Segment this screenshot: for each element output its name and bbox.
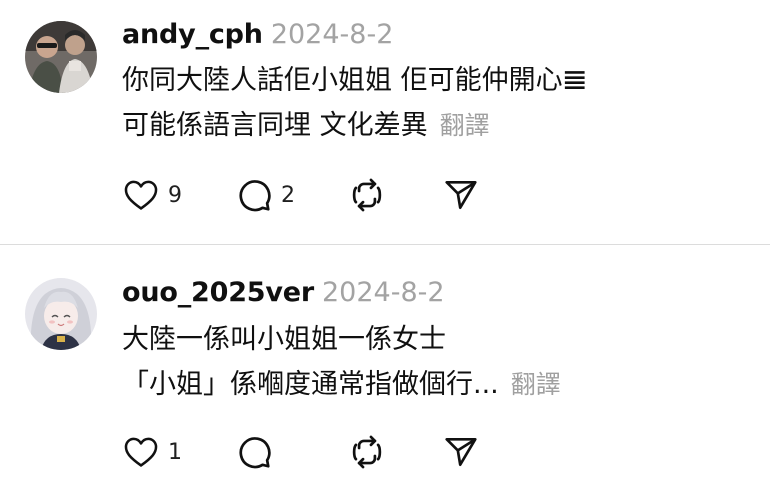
post-text-line: 「小姐」係嗰度通常指做個行... 翻譯	[122, 362, 561, 407]
post-text-line-content: 可能係語言同埋 文化差異	[122, 110, 428, 141]
action-bar: 1	[122, 432, 522, 472]
post-text-line: 大陸一係叫小姐姐一係女士	[122, 324, 446, 355]
reply-count: 2	[281, 182, 295, 208]
send-icon	[445, 437, 477, 467]
translate-link[interactable]: 翻譯	[440, 111, 490, 140]
comment-bubble-icon	[239, 437, 271, 469]
username[interactable]: andy_cph	[122, 19, 263, 50]
action-bar: 9 2	[122, 175, 522, 215]
avatar[interactable]	[25, 21, 97, 93]
like-count: 9	[168, 182, 182, 208]
repost-button[interactable]	[348, 432, 394, 472]
post-text: 你同大陸人話佢小姐姐 佢可能仲開心𝌆 可能係語言同埋 文化差異 翻譯	[122, 58, 587, 148]
repost-button[interactable]	[348, 175, 394, 215]
like-button[interactable]: 1	[122, 432, 182, 472]
thread-reply: andy_cph 2024-8-2 你同大陸人話佢小姐姐 佢可能仲開心𝌆 可能係語…	[0, 0, 770, 244]
post-header: andy_cph 2024-8-2	[122, 21, 393, 48]
reply-button[interactable]	[235, 432, 281, 472]
comment-bubble-icon	[239, 180, 271, 212]
translate-link[interactable]: 翻譯	[511, 370, 561, 399]
repost-icon	[352, 435, 382, 469]
like-count: 1	[168, 439, 182, 465]
post-text-line: 可能係語言同埋 文化差異 翻譯	[122, 103, 587, 148]
post-text-line-content: 「小姐」係嗰度通常指做個行...	[122, 369, 499, 400]
post-header: ouo_2025ver 2024-8-2	[122, 279, 445, 306]
post-date: 2024-8-2	[322, 277, 445, 308]
username[interactable]: ouo_2025ver	[122, 277, 314, 308]
thread-reply: ouo_2025ver 2024-8-2 大陸一係叫小姐姐一係女士 「小姐」係嗰度…	[0, 245, 770, 488]
send-icon	[445, 180, 477, 210]
reply-button[interactable]: 2	[235, 175, 295, 215]
heart-icon	[124, 437, 158, 467]
post-date: 2024-8-2	[270, 19, 394, 50]
repost-icon	[352, 178, 382, 212]
share-button[interactable]	[442, 432, 480, 472]
heart-icon	[124, 180, 158, 210]
like-button[interactable]: 9	[122, 175, 182, 215]
share-button[interactable]	[442, 175, 480, 215]
post-text-line: 你同大陸人話佢小姐姐 佢可能仲開心𝌆	[122, 65, 587, 96]
avatar[interactable]	[25, 278, 97, 350]
post-text: 大陸一係叫小姐姐一係女士 「小姐」係嗰度通常指做個行... 翻譯	[122, 317, 561, 407]
